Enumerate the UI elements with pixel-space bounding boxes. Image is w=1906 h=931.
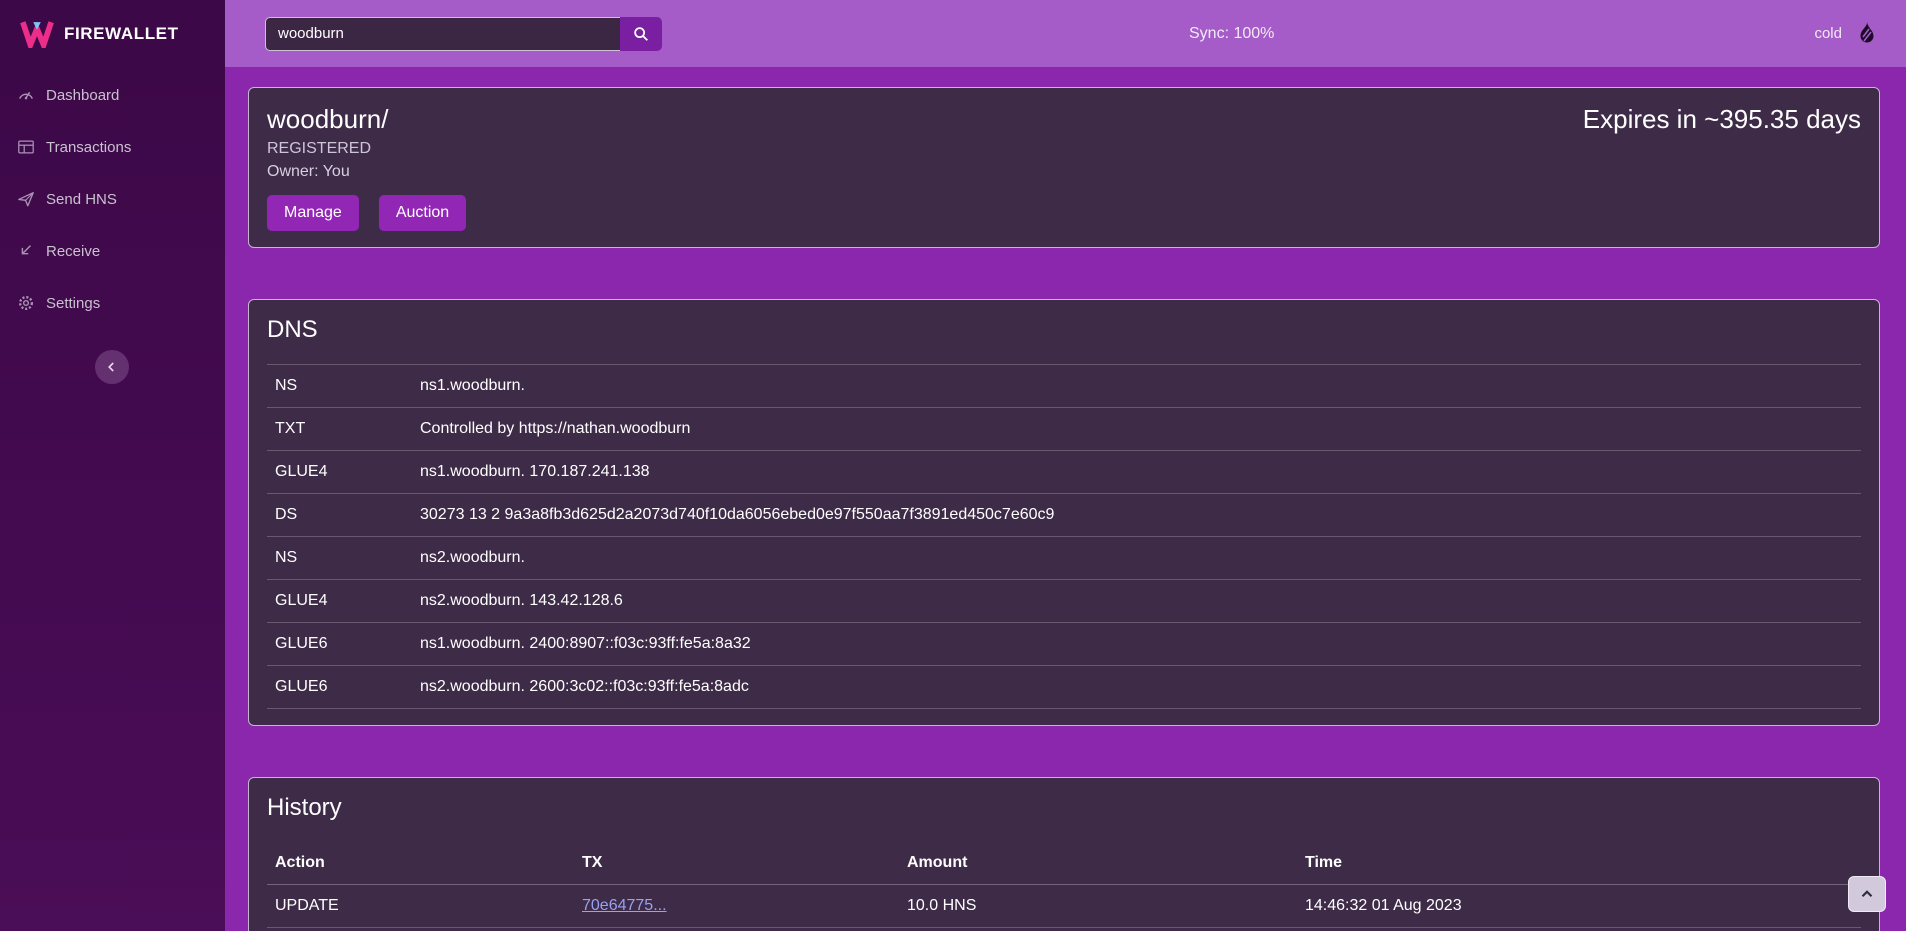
history-card: History Action TX Amount Time UPDATE 70e… xyxy=(248,777,1880,931)
column-header-tx: TX xyxy=(574,842,899,885)
dns-record-value: Controlled by https://nathan.woodburn xyxy=(412,408,1861,451)
table-row: TXT Controlled by https://nathan.woodbur… xyxy=(267,408,1861,451)
sidebar: FIREWALLET Dashboard Transactions xyxy=(0,0,225,931)
table-row: DS 30273 13 2 9a3a8fb3d625d2a2073d740f10… xyxy=(267,494,1861,537)
sidebar-item-label: Dashboard xyxy=(46,87,119,104)
manage-button[interactable]: Manage xyxy=(267,195,359,231)
sidebar-item-settings[interactable]: Settings xyxy=(0,277,225,329)
chevron-up-icon xyxy=(1858,885,1876,903)
dns-record-value: ns2.woodburn. 2600:3c02::f03c:93ff:fe5a:… xyxy=(412,666,1861,709)
history-card-title: History xyxy=(267,794,1861,822)
dns-card: DNS NS ns1.woodburn. TXT Controlled by h… xyxy=(248,299,1880,726)
dns-record-value: ns1.woodburn. 2400:8907::f03c:93ff:fe5a:… xyxy=(412,623,1861,666)
sidebar-item-label: Send HNS xyxy=(46,191,117,208)
dns-record-value: ns2.woodburn. xyxy=(412,537,1861,580)
history-table: Action TX Amount Time UPDATE 70e64775...… xyxy=(267,842,1861,931)
main-content: woodburn/ REGISTERED Owner: You Manage A… xyxy=(225,67,1906,931)
history-time: 14:46:32 01 Aug 2023 xyxy=(1297,885,1861,928)
dns-record-type: NS xyxy=(267,537,412,580)
app-title: FIREWALLET xyxy=(64,24,179,44)
topbar: Sync: 100% cold xyxy=(225,0,1906,67)
search-button[interactable] xyxy=(620,17,662,51)
table-header-row: Action TX Amount Time xyxy=(267,842,1861,885)
dns-record-value: 30273 13 2 9a3a8fb3d625d2a2073d740f10da6… xyxy=(412,494,1861,537)
sidebar-item-transactions[interactable]: Transactions xyxy=(0,121,225,173)
sidebar-item-send-hns[interactable]: Send HNS xyxy=(0,173,225,225)
history-time: 15:15:06 07 Feb 2023 xyxy=(1297,928,1861,931)
dns-record-value: ns2.woodburn. 143.42.128.6 xyxy=(412,580,1861,623)
dns-record-type: GLUE4 xyxy=(267,451,412,494)
table-row: GLUE6 ns1.woodburn. 2400:8907::f03c:93ff… xyxy=(267,623,1861,666)
table-row: UPDATE 70e64775... 10.0 HNS 14:46:32 01 … xyxy=(267,885,1861,928)
wallet-mode-group: cold xyxy=(1814,20,1882,48)
domain-status: REGISTERED xyxy=(267,140,1861,158)
table-row: NS ns2.woodburn. xyxy=(267,537,1861,580)
dns-record-type: DS xyxy=(267,494,412,537)
column-header-action: Action xyxy=(267,842,574,885)
sidebar-item-dashboard[interactable]: Dashboard xyxy=(0,69,225,121)
table-row: RENEW d79c5c6... 10.0 HNS 15:15:06 07 Fe… xyxy=(267,928,1861,931)
search-input[interactable] xyxy=(265,17,620,51)
search-group xyxy=(265,17,662,51)
dns-record-type: GLUE6 xyxy=(267,666,412,709)
domain-buttons: Manage Auction xyxy=(267,195,1861,231)
dns-record-type: GLUE4 xyxy=(267,580,412,623)
receive-icon xyxy=(17,242,35,260)
sidebar-item-label: Transactions xyxy=(46,139,131,156)
chevron-left-icon xyxy=(104,359,120,375)
auction-button[interactable]: Auction xyxy=(379,195,466,231)
history-amount: 10.0 HNS xyxy=(899,885,1297,928)
dns-record-value: ns1.woodburn. xyxy=(412,365,1861,408)
sidebar-nav: Dashboard Transactions Send HNS xyxy=(0,67,225,329)
sync-status: Sync: 100% xyxy=(1189,25,1274,43)
dns-card-title: DNS xyxy=(267,316,1861,344)
table-row: GLUE6 ns2.woodburn. 2600:3c02::f03c:93ff… xyxy=(267,666,1861,709)
dns-table: NS ns1.woodburn. TXT Controlled by https… xyxy=(267,364,1861,709)
speedometer-icon xyxy=(17,86,35,104)
column-header-amount: Amount xyxy=(899,842,1297,885)
sidebar-item-receive[interactable]: Receive xyxy=(0,225,225,277)
send-icon xyxy=(17,190,35,208)
domain-expiry: Expires in ~395.35 days xyxy=(1583,104,1861,135)
app-logo[interactable]: FIREWALLET xyxy=(0,0,225,67)
dns-record-value: ns1.woodburn. 170.187.241.138 xyxy=(412,451,1861,494)
history-action: RENEW xyxy=(267,928,574,931)
table-icon xyxy=(17,138,35,156)
tx-link[interactable]: 70e64775... xyxy=(582,897,667,914)
wallet-mode-label: cold xyxy=(1814,25,1842,42)
table-row: GLUE4 ns1.woodburn. 170.187.241.138 xyxy=(267,451,1861,494)
column-header-time: Time xyxy=(1297,842,1861,885)
table-row: GLUE4 ns2.woodburn. 143.42.128.6 xyxy=(267,580,1861,623)
flame-icon[interactable] xyxy=(1852,20,1882,48)
history-amount: 10.0 HNS xyxy=(899,928,1297,931)
dns-record-type: NS xyxy=(267,365,412,408)
dns-record-type: GLUE6 xyxy=(267,623,412,666)
sidebar-collapse-button[interactable] xyxy=(95,350,129,384)
table-row: NS ns1.woodburn. xyxy=(267,365,1861,408)
history-action: UPDATE xyxy=(267,885,574,928)
sidebar-item-label: Receive xyxy=(46,243,100,260)
scroll-to-top-button[interactable] xyxy=(1848,876,1886,912)
domain-card: woodburn/ REGISTERED Owner: You Manage A… xyxy=(248,87,1880,248)
dns-record-type: TXT xyxy=(267,408,412,451)
gear-icon xyxy=(17,294,35,312)
search-icon xyxy=(632,25,650,43)
sidebar-item-label: Settings xyxy=(46,295,100,312)
firewallet-logo-icon xyxy=(20,19,54,48)
domain-owner: Owner: You xyxy=(267,163,1861,181)
